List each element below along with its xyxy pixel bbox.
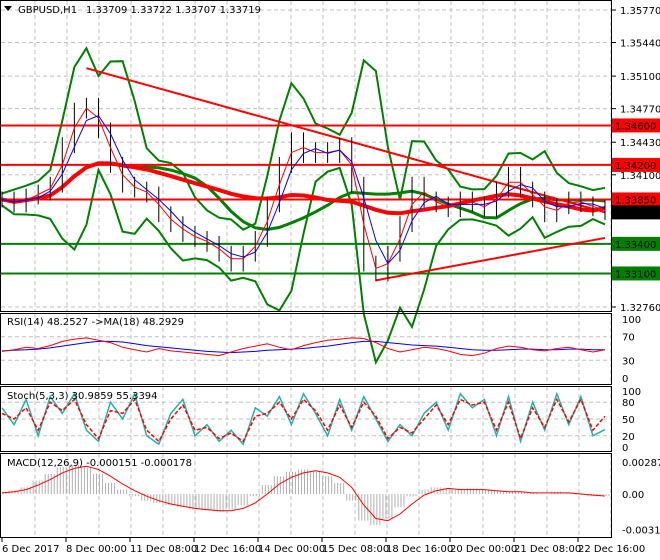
trading-chart[interactable]: 1.35770 1.35440 1.35100 1.34770 1.34430 1.341… bbox=[0, 0, 660, 560]
time-tick-label: 21 Dec 08:00 bbox=[514, 544, 581, 555]
time-tick-label: 22 Dec 16:00 bbox=[578, 544, 645, 555]
level-tag-label: 1.33400 bbox=[615, 240, 656, 251]
stoch-tick-label: 80 bbox=[622, 398, 635, 409]
time-tick-label: 14 Dec 00:00 bbox=[258, 544, 325, 555]
current-price-tag-label: 1.33719 bbox=[615, 208, 656, 219]
stoch-tick-label: 100 bbox=[622, 387, 641, 398]
time-tick-label: 6 Dec 2017 bbox=[2, 544, 60, 555]
rsi-label: RSI(14) 48.2527 ->MA(18) 48.2929 bbox=[7, 317, 184, 328]
time-tick-label: 18 Dec 16:00 bbox=[386, 544, 453, 555]
macd-tick-label: 0.002879 bbox=[622, 458, 660, 469]
time-tick-label: 8 Dec 00:00 bbox=[66, 544, 127, 555]
time-tick-label: 11 Dec 08:00 bbox=[130, 544, 197, 555]
price-tick-label: 1.35100 bbox=[620, 72, 660, 83]
rsi-tick-label: 30 bbox=[622, 356, 635, 367]
rsi-tick-label: 0 bbox=[622, 374, 628, 385]
time-tick-label: 15 Dec 08:00 bbox=[322, 544, 389, 555]
price-tick-label: 1.35440 bbox=[620, 39, 660, 50]
stoch-tick-label: 20 bbox=[622, 432, 635, 443]
rsi-tick-label: 70 bbox=[622, 333, 635, 344]
symbol-timeframe: GBPUSD,H1 bbox=[18, 5, 77, 16]
level-tag-label: 1.34600 bbox=[615, 121, 656, 132]
time-tick-label: 20 Dec 00:00 bbox=[450, 544, 517, 555]
stoch-label: Stoch(5,3,3) 30.9859 55.3394 bbox=[7, 391, 158, 402]
macd-tick-label: -0.003198 bbox=[622, 526, 660, 537]
macd-tick-label: 0.00 bbox=[622, 490, 644, 501]
stoch-tick-label: 50 bbox=[622, 415, 635, 426]
stoch-tick-label: 0 bbox=[622, 443, 628, 454]
ohlc-values: 1.33709 1.33722 1.33707 1.33719 bbox=[86, 5, 261, 16]
level-tag-label: 1.33850 bbox=[615, 195, 656, 206]
level-tag-label: 1.34200 bbox=[615, 161, 656, 172]
price-tick-label: 1.32760 bbox=[620, 303, 660, 314]
price-tick-label: 1.34770 bbox=[620, 105, 660, 116]
price-tick-label: 1.35770 bbox=[620, 6, 660, 17]
macd-label: MACD(12,26,9) -0.000151 -0.000178 bbox=[7, 458, 192, 469]
rsi-tick-label: 100 bbox=[622, 315, 641, 326]
time-tick-label: 12 Dec 16:00 bbox=[194, 544, 261, 555]
price-tick-label: 1.34430 bbox=[620, 138, 660, 149]
level-tag-label: 1.33100 bbox=[615, 269, 656, 280]
price-tick-label: 1.34100 bbox=[620, 171, 660, 182]
